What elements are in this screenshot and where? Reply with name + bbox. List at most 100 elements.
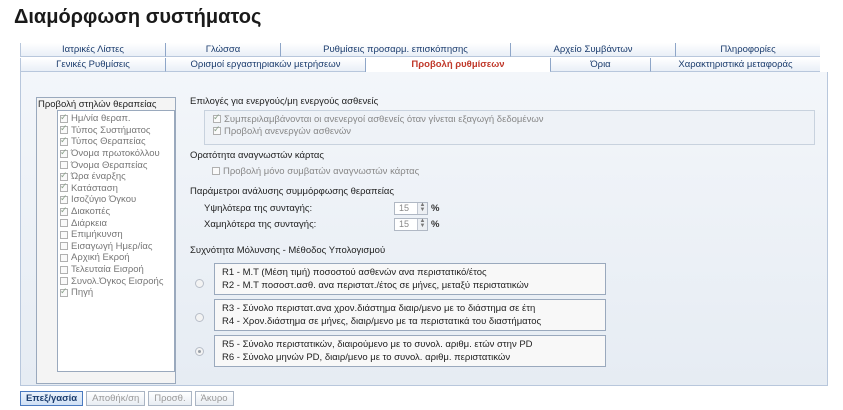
radio-r1-r2[interactable]: [195, 279, 204, 288]
column-list-item[interactable]: Όνομα πρωτοκόλλου: [58, 147, 174, 160]
tab-view-settings[interactable]: Προβολή ρυθμίσεων: [365, 58, 550, 72]
column-list-item[interactable]: Ημ/νία θεραπ.: [58, 112, 174, 125]
active-patients-title: Επιλογές για ενεργούς/μη ενεργούς ασθενε…: [190, 96, 379, 107]
column-list-item[interactable]: Εισαγωγή Ημερ/ίας: [58, 241, 174, 253]
column-list-item[interactable]: Ώρα έναρξης: [58, 170, 174, 183]
column-checkbox[interactable]: [60, 161, 68, 170]
active-patients-group: Επιλογές για ενεργούς/μη ενεργούς ασθενε…: [190, 96, 815, 145]
stepper-arrows-icon[interactable]: ▲ ▼: [417, 218, 427, 230]
column-checkbox[interactable]: [60, 112, 68, 123]
infection-method-group: Συχνότητα Μόλυνσης - Μέθοδος Υπολογισμού…: [190, 245, 815, 385]
radio-r3-r4[interactable]: [195, 313, 204, 322]
column-label: Ισοζύγιο Όγκου: [71, 194, 137, 206]
column-label: Όνομα Θεραπείας: [71, 159, 148, 171]
column-checkbox[interactable]: [60, 286, 68, 297]
show-inactive-checkbox[interactable]: [213, 124, 221, 135]
tabs-row-2: Γενικές Ρυθμίσεις Ορισμοί εργαστηριακών …: [20, 58, 820, 72]
upper-limit-unit: %: [431, 202, 440, 214]
tab-limits[interactable]: Όρια: [550, 58, 650, 72]
button-bar: Επεξ/γασία Αποθήκ/ση Προσθ. Άκυρο: [20, 391, 234, 406]
column-checkbox[interactable]: [60, 181, 68, 193]
compatible-readers-label: Προβολή μόνο συμβατών αναγνωστών κάρτας: [223, 165, 420, 177]
include-inactive-checkbox[interactable]: [213, 112, 221, 123]
column-list-item[interactable]: Ισοζύγιο Όγκου: [58, 193, 174, 206]
card-visibility-title: Ορατότητα αναγνωστών κάρτας: [190, 150, 324, 161]
column-label: Διακοπές: [71, 206, 111, 218]
edit-button[interactable]: Επεξ/γασία: [20, 391, 84, 406]
column-list-item[interactable]: Πηγή: [58, 286, 174, 299]
include-inactive-label: Συμπεριλαμβάνονται οι ανενεργοί ασθενείς…: [224, 113, 544, 125]
column-checkbox[interactable]: [60, 135, 68, 146]
option-r4-label: R4 - Χρον.διάστημα σε μήνες, διαιρ/μενο …: [222, 315, 542, 327]
column-checkbox[interactable]: [60, 242, 68, 251]
column-label: Ώρα έναρξης: [71, 171, 126, 183]
column-list-item[interactable]: Όνομα Θεραπείας: [58, 159, 174, 171]
column-checkbox[interactable]: [60, 219, 68, 228]
lower-limit-label: Χαμηλότερα της συνταγής:: [204, 218, 317, 230]
option-r1-r2[interactable]: R1 - Μ.Τ (Μέση τιμή) ποσοστού ασθενών αν…: [214, 263, 606, 295]
column-checkbox[interactable]: [60, 193, 68, 204]
column-list-item[interactable]: Κατάσταση: [58, 181, 174, 195]
column-checkbox[interactable]: [60, 205, 68, 216]
column-checkbox[interactable]: [60, 147, 68, 158]
column-checkbox[interactable]: [60, 277, 68, 286]
column-label: Όνομα πρωτοκόλλου: [71, 148, 160, 160]
column-list-item[interactable]: Συνολ.Όγκος Εισροής: [58, 275, 174, 287]
column-checkbox[interactable]: [60, 170, 68, 181]
column-label: Κατάσταση: [71, 182, 118, 194]
tab-lab-definitions[interactable]: Ορισμοί εργαστηριακών μετρήσεων: [165, 58, 365, 72]
column-checkbox[interactable]: [60, 253, 68, 262]
upper-limit-value: 15: [399, 203, 410, 213]
page-title: Διαμόρφωση συστήματος: [14, 6, 262, 28]
compatible-readers-option[interactable]: Προβολή μόνο συμβατών αναγνωστών κάρτας: [210, 165, 815, 177]
stepper-arrows-icon[interactable]: ▲ ▼: [417, 202, 427, 214]
column-list-item[interactable]: Τύπος Συστήματος: [58, 123, 174, 137]
column-label: Αρχική Εκροή: [71, 252, 130, 264]
compliance-group: Παράμετροι ανάλυσης συμμόρφωσης θεραπεία…: [190, 186, 815, 232]
option-r5-label: R5 - Σύνολο περιστατικών, διαιρούμενο με…: [222, 339, 533, 350]
column-list-item[interactable]: Διακοπές: [58, 205, 174, 218]
option-r3-r4[interactable]: R3 - Σύνολο περιστατ.ανα χρον.διάστημα δ…: [214, 299, 606, 331]
column-label: Τύπος Θεραπείας: [71, 136, 146, 148]
radio-r5-r6[interactable]: [195, 347, 204, 356]
compliance-title: Παράμετροι ανάλυσης συμμόρφωσης θεραπεία…: [190, 186, 394, 197]
column-label: Διάρκεια: [71, 217, 107, 229]
tab-overview-settings[interactable]: Ρυθμίσεις προσαρμ. επισκόπησης: [280, 43, 510, 57]
column-list-item[interactable]: Τύπος Θεραπείας: [58, 135, 174, 148]
column-label: Επιμήκυνση: [71, 229, 123, 241]
compatible-readers-checkbox[interactable]: [212, 167, 220, 175]
save-button[interactable]: Αποθήκ/ση: [86, 391, 146, 406]
add-button[interactable]: Προσθ.: [148, 391, 192, 406]
include-inactive-option[interactable]: Συμπεριλαμβάνονται οι ανενεργοί ασθενείς…: [211, 112, 808, 125]
upper-limit-stepper[interactable]: 15 ▲ ▼: [394, 201, 428, 215]
option-r6-label: R6 - Σύνολο μηνών PD, διαιρ/μενο με το σ…: [222, 351, 511, 363]
column-list-item[interactable]: Επιμήκυνση: [58, 229, 174, 241]
column-checkbox[interactable]: [60, 230, 68, 239]
column-list-item[interactable]: Διάρκεια: [58, 217, 174, 229]
tab-medical-lists[interactable]: Ιατρικές Λίστες: [20, 43, 165, 57]
column-checkbox[interactable]: [60, 265, 68, 274]
tab-information[interactable]: Πληροφορίες: [675, 43, 820, 57]
column-label: Ημ/νία θεραπ.: [71, 113, 131, 125]
show-inactive-option[interactable]: Προβολή ανενεργών ασθενών: [211, 124, 808, 137]
option-r1-label: R1 - Μ.Τ (Μέση τιμή) ποσοστού ασθενών αν…: [222, 267, 487, 278]
lower-limit-value: 15: [399, 219, 410, 229]
option-r2-label: R2 - Μ.Τ ποσοστ.ασθ. ανα περιστατ./έτος …: [222, 279, 529, 291]
tab-language[interactable]: Γλώσσα: [165, 43, 280, 57]
card-visibility-group: Ορατότητα αναγνωστών κάρτας Προβολή μόνο…: [190, 150, 815, 177]
column-list-item[interactable]: Αρχική Εκροή: [58, 252, 174, 264]
lower-limit-stepper[interactable]: 15 ▲ ▼: [394, 217, 428, 231]
column-list[interactable]: Ημ/νία θεραπ.Τύπος ΣυστήματοςΤύπος Θεραπ…: [57, 110, 175, 372]
column-label: Εισαγωγή Ημερ/ίας: [71, 240, 153, 252]
option-r5-r6[interactable]: R5 - Σύνολο περιστατικών, διαιρούμενο με…: [214, 335, 606, 367]
lower-limit-unit: %: [431, 218, 440, 230]
upper-limit-label: Υψηλότερα της συνταγής:: [204, 202, 313, 214]
tab-transfer-characteristics[interactable]: Χαρακτηριστικά μεταφοράς: [650, 58, 820, 72]
column-list-item[interactable]: Τελευταία Εισροή: [58, 264, 174, 276]
cancel-button[interactable]: Άκυρο: [194, 391, 234, 406]
show-inactive-label: Προβολή ανενεργών ασθενών: [224, 125, 352, 137]
column-label: Συνολ.Όγκος Εισροής: [71, 275, 164, 287]
column-checkbox[interactable]: [60, 123, 68, 135]
tab-event-log[interactable]: Αρχείο Συμβάντων: [510, 43, 675, 57]
tab-general-settings[interactable]: Γενικές Ρυθμίσεις: [20, 58, 165, 72]
